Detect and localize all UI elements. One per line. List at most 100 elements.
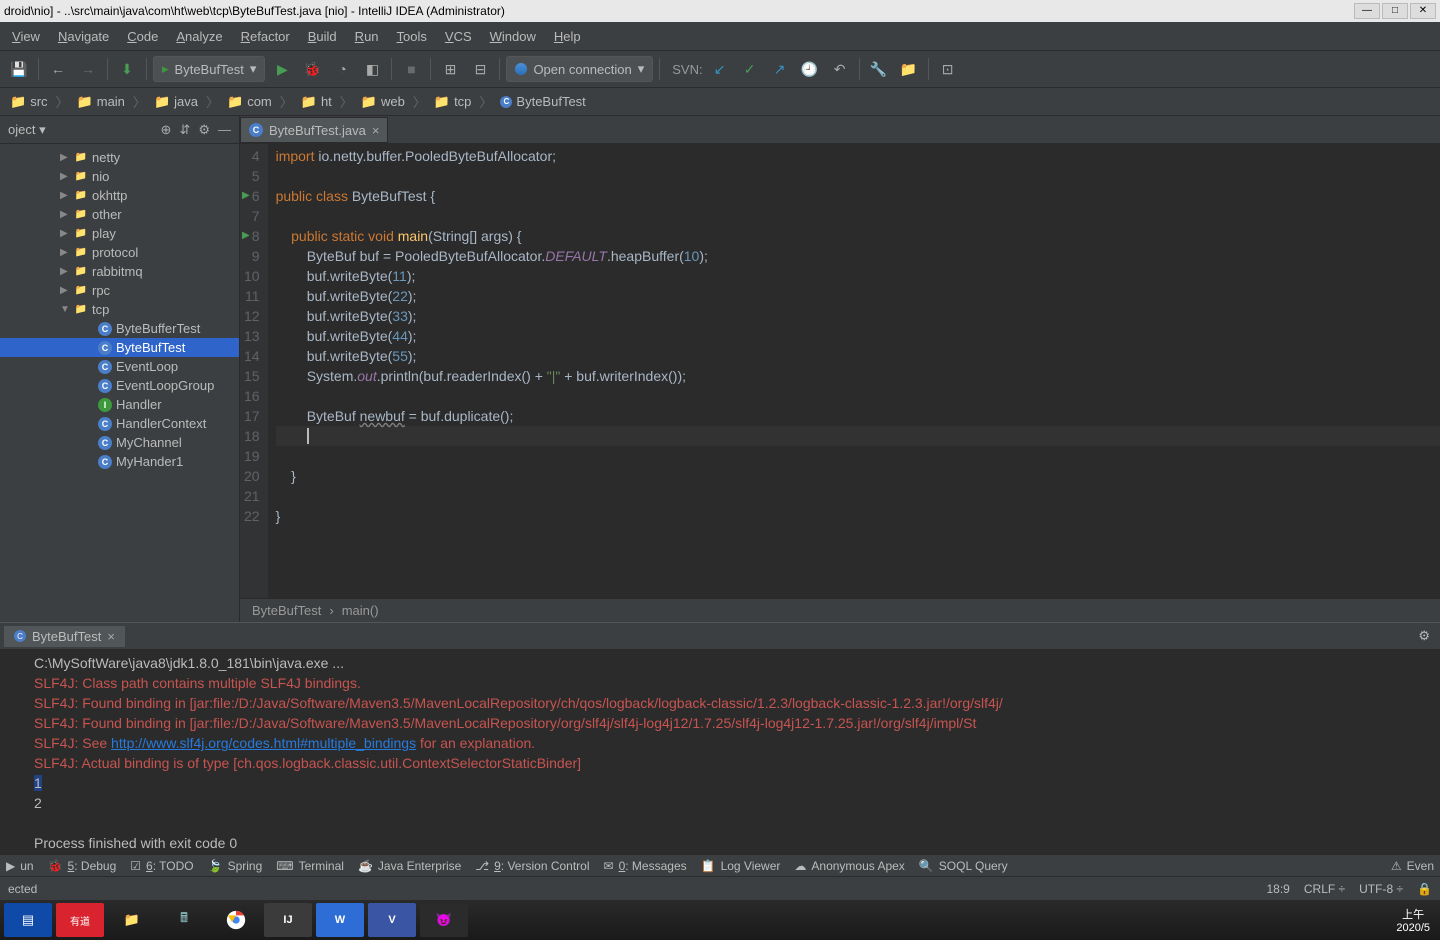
menu-build[interactable]: Build xyxy=(300,26,345,47)
menu-view[interactable]: View xyxy=(4,26,48,47)
code-line[interactable] xyxy=(276,446,1440,466)
tool-tab-soql-query[interactable]: 🔍SOQL Query xyxy=(919,859,1008,873)
run-settings-icon[interactable]: ⚙ xyxy=(1412,628,1436,644)
coverage-icon[interactable]: ◔ xyxy=(329,56,355,82)
tree-item-myhander1[interactable]: CMyHander1 xyxy=(0,452,239,471)
code-line[interactable]: public static void main(String[] args) { xyxy=(276,226,1440,246)
gutter-line[interactable]: 5 xyxy=(244,166,260,186)
gutter-line[interactable]: ▶6 xyxy=(244,186,260,206)
tool-tab-log-viewer[interactable]: 📋Log Viewer xyxy=(701,859,781,873)
taskbar-wps[interactable]: W xyxy=(316,903,364,937)
breadcrumb-web[interactable]: 📁web xyxy=(357,92,409,112)
code-line[interactable] xyxy=(276,206,1440,226)
svn-compare-icon[interactable]: ↗ xyxy=(767,56,793,82)
taskbar-app-2[interactable]: 有道 xyxy=(56,903,104,937)
gutter-line[interactable]: 17 xyxy=(244,406,260,426)
menu-window[interactable]: Window xyxy=(482,26,544,47)
line-separator[interactable]: CRLF ÷ xyxy=(1304,882,1345,896)
taskbar-calculator[interactable]: 🖩 xyxy=(160,903,208,937)
gutter-line[interactable]: 13 xyxy=(244,326,260,346)
taskbar-app-1[interactable]: ▤ xyxy=(4,903,52,937)
close-tab-icon[interactable]: × xyxy=(372,123,380,138)
build-icon[interactable]: ⬇ xyxy=(114,56,140,82)
code-line[interactable]: buf.writeByte(55); xyxy=(276,346,1440,366)
tree-item-play[interactable]: ▶📁play xyxy=(0,224,239,243)
window-maximize[interactable]: □ xyxy=(1382,3,1408,19)
layout-icon[interactable]: ⊞ xyxy=(437,56,463,82)
tree-item-okhttp[interactable]: ▶📁okhttp xyxy=(0,186,239,205)
tree-item-tcp[interactable]: ▼📁tcp xyxy=(0,300,239,319)
gutter-line[interactable]: 9 xyxy=(244,246,260,266)
taskbar-explorer[interactable]: 📁 xyxy=(108,903,156,937)
menu-analyze[interactable]: Analyze xyxy=(168,26,230,47)
code-line[interactable]: buf.writeByte(22); xyxy=(276,286,1440,306)
back-icon[interactable]: ← xyxy=(45,56,71,82)
tool-tab-anonymous-apex[interactable]: ☁Anonymous Apex xyxy=(794,859,904,873)
code-line[interactable]: public class ByteBufTest { xyxy=(276,186,1440,206)
svn-commit-icon[interactable]: ✓ xyxy=(737,56,763,82)
gutter-line[interactable]: 15 xyxy=(244,366,260,386)
settings-icon[interactable]: 🔧 xyxy=(866,56,892,82)
code-line[interactable] xyxy=(276,486,1440,506)
code-line[interactable]: buf.writeByte(44); xyxy=(276,326,1440,346)
project-structure-icon[interactable]: 📁 xyxy=(896,56,922,82)
svn-update-icon[interactable]: ↙ xyxy=(707,56,733,82)
code-line[interactable]: System.out.println(buf.readerIndex() + "… xyxy=(276,366,1440,386)
profile-icon[interactable]: ◧ xyxy=(359,56,385,82)
tree-item-bytebuftest[interactable]: CByteBufTest xyxy=(0,338,239,357)
tree-item-bytebuffertest[interactable]: CByteBufferTest xyxy=(0,319,239,338)
crumb-method[interactable]: main() xyxy=(342,603,379,618)
project-view-selector[interactable]: oject ▾ xyxy=(8,122,153,138)
breadcrumb-main[interactable]: 📁main xyxy=(73,92,129,112)
gutter-line[interactable]: 4 xyxy=(244,146,260,166)
crumb-class[interactable]: ByteBufTest xyxy=(252,603,321,618)
file-encoding[interactable]: UTF-8 ÷ xyxy=(1359,882,1403,896)
code-editor[interactable]: 45▶67▶8910111213141516171819202122 impor… xyxy=(240,144,1440,598)
plugin-icon[interactable]: ⊡ xyxy=(935,56,961,82)
gutter-line[interactable]: ▶8 xyxy=(244,226,260,246)
tree-item-mychannel[interactable]: CMyChannel xyxy=(0,433,239,452)
target-icon[interactable]: ⊕ xyxy=(161,122,172,138)
collapse-icon[interactable]: ⇵ xyxy=(179,122,190,138)
console-link[interactable]: http://www.slf4j.org/codes.html#multiple… xyxy=(111,735,416,751)
breadcrumb-src[interactable]: 📁src xyxy=(6,92,52,112)
gutter-line[interactable]: 11 xyxy=(244,286,260,306)
tool-tab-terminal[interactable]: ⌨Terminal xyxy=(276,859,344,873)
tool-tab-un[interactable]: ▶un xyxy=(6,859,34,873)
run-icon[interactable]: ▶ xyxy=(269,56,295,82)
hide-icon[interactable]: — xyxy=(218,122,231,137)
menu-code[interactable]: Code xyxy=(119,26,166,47)
tree-item-rabbitmq[interactable]: ▶📁rabbitmq xyxy=(0,262,239,281)
save-all-icon[interactable]: 💾 xyxy=(6,56,32,82)
tool-tab-6-todo[interactable]: ☑6: TODO xyxy=(130,859,193,873)
code-line[interactable]: ByteBuf newbuf = buf.duplicate(); xyxy=(276,406,1440,426)
tree-item-nio[interactable]: ▶📁nio xyxy=(0,167,239,186)
gutter-line[interactable]: 19 xyxy=(244,446,260,466)
forward-icon[interactable]: → xyxy=(75,56,101,82)
tree-item-protocol[interactable]: ▶📁protocol xyxy=(0,243,239,262)
menu-vcs[interactable]: VCS xyxy=(437,26,480,47)
caret-position[interactable]: 18:9 xyxy=(1267,882,1290,896)
stop-icon[interactable]: ■ xyxy=(398,56,424,82)
tool-tab-9-version-control[interactable]: ⎇9: Version Control xyxy=(475,859,589,873)
editor-tab-bytebuftest[interactable]: C ByteBufTest.java × xyxy=(240,117,388,143)
window-close[interactable]: ✕ xyxy=(1410,3,1436,19)
breadcrumb-ByteBufTest[interactable]: CByteBufTest xyxy=(496,92,589,111)
tree-item-handler[interactable]: IHandler xyxy=(0,395,239,414)
close-run-tab-icon[interactable]: × xyxy=(107,629,115,644)
code-line[interactable]: } xyxy=(276,506,1440,526)
layout2-icon[interactable]: ⊟ xyxy=(467,56,493,82)
code-line[interactable]: ByteBuf buf = PooledByteBufAllocator.DEF… xyxy=(276,246,1440,266)
gutter-line[interactable]: 18 xyxy=(244,426,260,446)
taskbar-app-9[interactable]: 😈 xyxy=(420,903,468,937)
menu-tools[interactable]: Tools xyxy=(389,26,435,47)
tool-tab-spring[interactable]: 🍃Spring xyxy=(208,859,263,873)
code-line[interactable]: } xyxy=(276,466,1440,486)
taskbar-chrome[interactable] xyxy=(212,903,260,937)
tree-item-netty[interactable]: ▶📁netty xyxy=(0,148,239,167)
taskbar-visio[interactable]: V xyxy=(368,903,416,937)
tool-tab-java-enterprise[interactable]: ☕Java Enterprise xyxy=(358,859,461,873)
gutter-line[interactable]: 16 xyxy=(244,386,260,406)
code-line[interactable]: import io.netty.buffer.PooledByteBufAllo… xyxy=(276,146,1440,166)
debug-icon[interactable]: 🐞 xyxy=(299,56,325,82)
